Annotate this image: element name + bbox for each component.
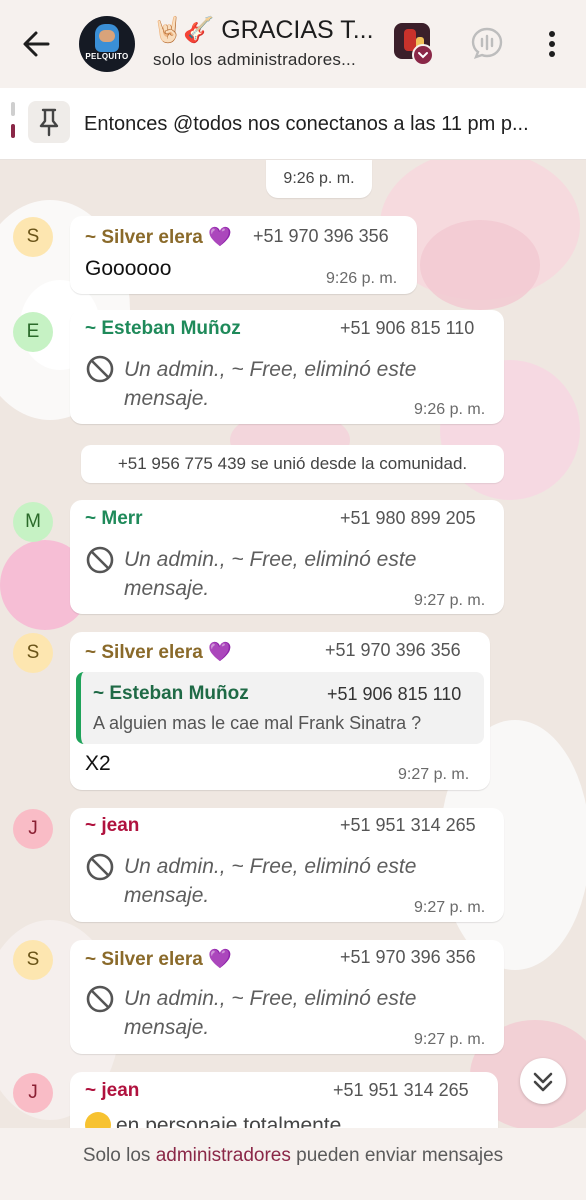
avatar[interactable]: S <box>13 940 53 980</box>
deleted-message-line: Un admin., ~ Free, eliminó este <box>124 548 417 571</box>
avatar[interactable]: E <box>13 312 53 352</box>
sender-phone: +51 970 396 356 <box>340 947 476 967</box>
deleted-message-line: Un admin., ~ Free, eliminó este <box>124 855 417 878</box>
deleted-message-line: mensaje. <box>124 577 210 600</box>
system-message: +51 956 775 439 se unió desde la comunid… <box>81 445 504 483</box>
message-time: 9:26 p. m. <box>326 270 398 287</box>
admins-only-notice: Solo los administradores pueden enviar m… <box>0 1145 586 1167</box>
message-time: 9:26 p. m. <box>266 160 372 198</box>
avatar[interactable]: S <box>13 217 53 257</box>
sender-phone: +51 951 314 265 <box>333 1080 469 1100</box>
message-sender[interactable]: ~ jean <box>85 1080 139 1102</box>
message-time: 9:27 p. m. <box>414 592 486 609</box>
message-sender[interactable]: ~ Silver elera 💜 <box>85 225 232 249</box>
admins-link[interactable]: administradores <box>156 1145 291 1166</box>
message-text: Goooooo <box>85 257 172 280</box>
message-time: 9:27 p. m. <box>414 1031 486 1048</box>
group-avatar[interactable]: PELQUITO <box>79 16 135 72</box>
message-text: X2 <box>85 752 111 775</box>
pinned-indicator <box>11 102 15 142</box>
more-options-icon[interactable] <box>540 26 564 62</box>
message-sender[interactable]: ~ Esteban Muñoz <box>85 318 241 340</box>
ban-icon <box>85 354 115 384</box>
ban-icon <box>85 545 115 575</box>
sender-phone: +51 970 396 356 <box>253 226 389 246</box>
message-sender[interactable]: ~ jean <box>85 815 139 837</box>
scroll-down-button[interactable] <box>520 1058 566 1104</box>
avatar-brand: PELQUITO <box>85 52 129 61</box>
community-icon[interactable] <box>392 20 436 66</box>
sender-phone: +51 970 396 356 <box>325 640 461 660</box>
deleted-message-line: Un admin., ~ Free, eliminó este <box>124 358 417 381</box>
call-icon[interactable] <box>470 26 504 60</box>
chevron-down-icon <box>533 1072 553 1092</box>
notice-pre: Solo los <box>82 1145 156 1166</box>
quoted-text: A alguien mas le cae mal Frank Sinatra ? <box>93 713 422 733</box>
message-time: 9:26 p. m. <box>414 401 486 418</box>
notice-post: pueden enviar mensajes <box>290 1145 504 1166</box>
avatar[interactable]: S <box>13 633 53 673</box>
chat-header: PELQUITO 🤘🏻🎸 GRACIAS T... solo los admin… <box>0 0 586 88</box>
back-arrow-icon[interactable] <box>18 26 58 62</box>
avatar[interactable]: M <box>13 502 53 542</box>
sender-phone: +51 906 815 110 <box>340 318 475 338</box>
deleted-message-line: Un admin., ~ Free, eliminó este <box>124 987 417 1010</box>
message-time: 9:27 p. m. <box>398 766 470 783</box>
message-sender[interactable]: ~ Silver elera 💜 <box>85 640 232 664</box>
deleted-message-line: mensaje. <box>124 884 210 907</box>
avatar[interactable]: J <box>13 809 53 849</box>
pin-icon[interactable] <box>28 101 70 143</box>
group-title[interactable]: 🤘🏻🎸 GRACIAS T... <box>152 16 374 45</box>
avatar-face <box>99 30 115 42</box>
message-sender[interactable]: ~ Merr <box>85 508 143 530</box>
deleted-message-line: mensaje. <box>124 387 210 410</box>
sender-phone: +51 951 314 265 <box>340 815 476 835</box>
ban-icon <box>85 984 115 1014</box>
quoted-sender: ~ Esteban Muñoz <box>93 683 249 704</box>
message-sender[interactable]: ~ Silver elera 💜 <box>85 947 232 971</box>
avatar[interactable]: J <box>13 1073 53 1113</box>
group-subtitle[interactable]: solo los administradores... <box>153 50 356 70</box>
sender-phone: +51 980 899 205 <box>340 508 476 528</box>
deleted-message-line: mensaje. <box>124 1016 210 1039</box>
pinned-message-text[interactable]: Entonces @todos nos conectanos a las 11 … <box>84 113 529 136</box>
message-time: 9:27 p. m. <box>414 899 486 916</box>
ban-icon <box>85 852 115 882</box>
quoted-phone: +51 906 815 110 <box>327 684 462 704</box>
